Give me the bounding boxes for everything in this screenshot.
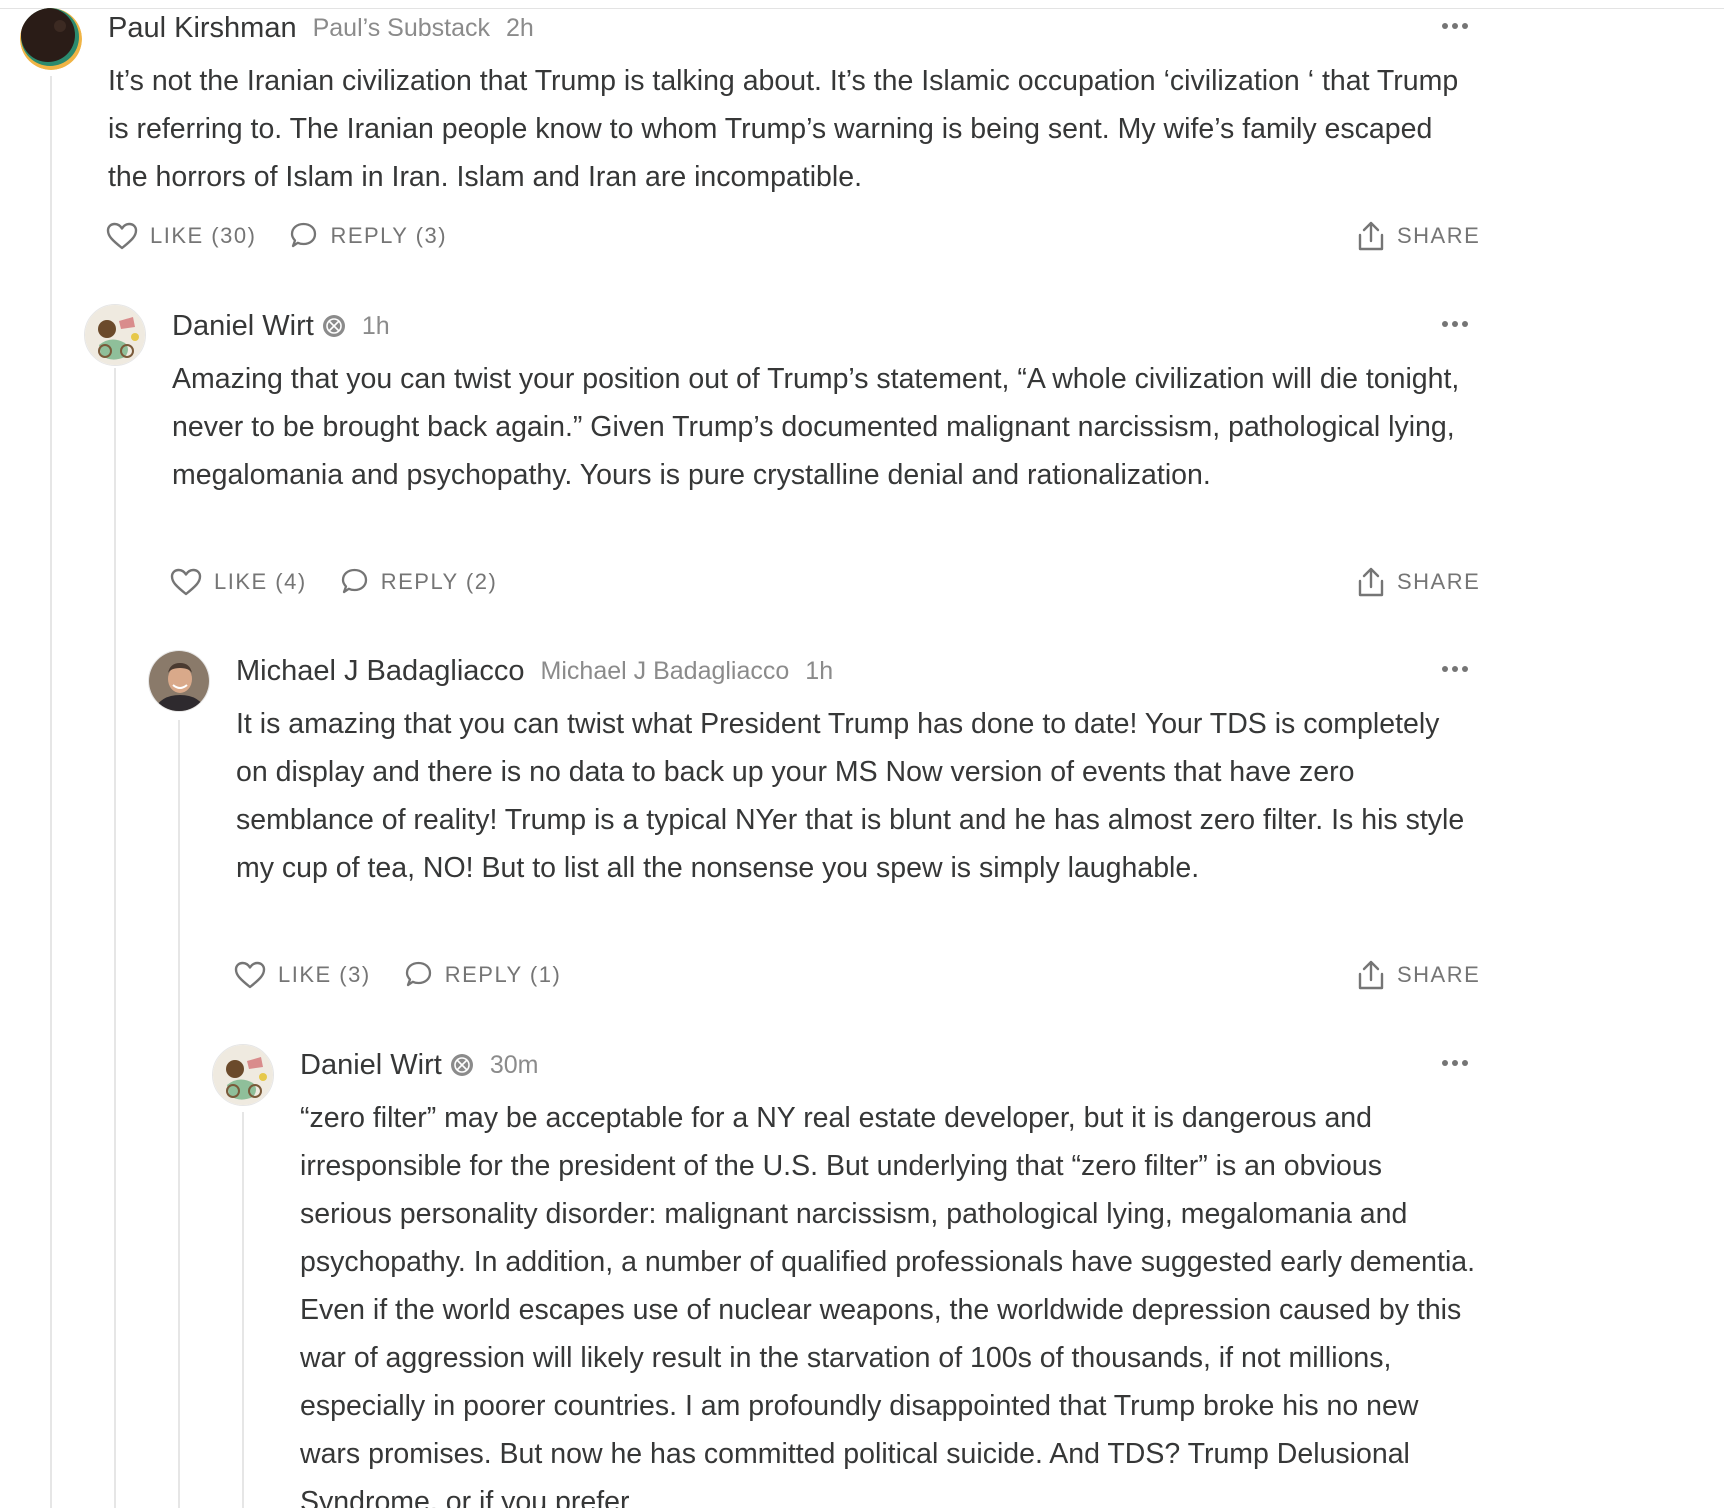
more-options-button[interactable] <box>1437 8 1473 44</box>
heart-icon <box>170 568 202 596</box>
ellipsis-icon <box>1442 1060 1468 1066</box>
author-name[interactable]: Daniel Wirt <box>172 310 314 343</box>
share-label: SHARE <box>1397 223 1481 248</box>
avatar[interactable] <box>84 304 146 366</box>
share-icon <box>1358 567 1384 597</box>
reply-button[interactable]: REPLY (2) <box>339 567 498 597</box>
avatar-image <box>20 8 82 70</box>
comment: Paul Kirshman Paul’s Substack 2h It’s no… <box>0 0 1724 280</box>
speech-bubble-icon <box>341 568 367 594</box>
comment-text: Amazing that you can twist your position… <box>172 363 1460 491</box>
ellipsis-icon <box>1442 321 1468 327</box>
ellipsis-icon <box>1442 23 1468 29</box>
verified-badge-icon <box>322 315 345 337</box>
verified-badge-icon <box>450 1054 473 1076</box>
heart-icon <box>106 222 138 250</box>
ellipsis-icon <box>1442 666 1468 672</box>
like-button[interactable]: LIKE (4) <box>170 568 307 596</box>
share-label: SHARE <box>1397 569 1481 594</box>
comment-actions: LIKE (30) REPLY (3) <box>106 216 447 256</box>
share-label: SHARE <box>1397 962 1481 987</box>
avatar-image <box>149 651 209 711</box>
speech-bubble-icon <box>405 961 431 987</box>
reply-label: REPLY (2) <box>380 569 498 594</box>
like-button[interactable]: LIKE (30) <box>106 222 256 250</box>
reply-button[interactable]: REPLY (3) <box>288 221 447 251</box>
timestamp[interactable]: 30m <box>490 1051 539 1080</box>
like-label: LIKE (30) <box>150 223 257 248</box>
avatar[interactable] <box>212 1044 274 1106</box>
like-label: LIKE (4) <box>214 569 307 594</box>
comment-actions: LIKE (3) REPLY (1) <box>234 955 561 995</box>
speech-bubble-icon <box>291 222 317 248</box>
comment-text: “zero filter” may be acceptable for a NY… <box>300 1102 1476 1508</box>
timestamp[interactable]: 1h <box>362 312 390 341</box>
timestamp[interactable]: 2h <box>506 14 534 43</box>
avatar-image <box>85 305 145 365</box>
reply-button[interactable]: REPLY (1) <box>403 960 562 990</box>
publication-name[interactable]: Paul’s Substack <box>313 14 490 43</box>
publication-name[interactable]: Michael J Badagliacco <box>541 657 790 686</box>
comment-text: It is amazing that you can twist what Pr… <box>236 708 1465 884</box>
share-icon <box>1358 221 1384 251</box>
share-button[interactable]: SHARE <box>1357 955 1480 995</box>
comment-actions: LIKE (4) REPLY (2) <box>170 562 497 602</box>
timestamp[interactable]: 1h <box>805 657 833 686</box>
share-button[interactable]: SHARE <box>1357 216 1480 256</box>
share-icon <box>1358 960 1384 990</box>
reply-label: REPLY (1) <box>444 962 562 987</box>
comment-header: Daniel Wirt 1h <box>172 306 390 346</box>
share-button[interactable]: SHARE <box>1357 562 1480 602</box>
comment-header: Paul Kirshman Paul’s Substack 2h <box>108 8 534 48</box>
author-name[interactable]: Michael J Badagliacco <box>236 655 525 688</box>
comment-header: Michael J Badagliacco Michael J Badaglia… <box>236 651 833 691</box>
like-button[interactable]: LIKE (3) <box>234 961 371 989</box>
comment: Daniel Wirt 30m “zero filter” may be acc… <box>0 1040 1724 1508</box>
comment-text: It’s not the Iranian civilization that T… <box>108 65 1459 193</box>
more-options-button[interactable] <box>1437 1045 1473 1081</box>
avatar-image <box>213 1045 273 1105</box>
more-options-button[interactable] <box>1437 651 1473 687</box>
comment-header: Daniel Wirt 30m <box>300 1045 538 1085</box>
heart-icon <box>234 961 266 989</box>
comment: Daniel Wirt 1h Amazing that you can twis… <box>0 300 1724 640</box>
more-options-button[interactable] <box>1437 306 1473 342</box>
like-label: LIKE (3) <box>278 962 371 987</box>
avatar[interactable] <box>20 8 82 70</box>
author-name[interactable]: Daniel Wirt <box>300 1049 442 1082</box>
reply-label: REPLY (3) <box>330 223 448 248</box>
comment: Michael J Badagliacco Michael J Badaglia… <box>0 646 1724 1026</box>
avatar[interactable] <box>148 650 210 712</box>
author-name[interactable]: Paul Kirshman <box>108 12 297 45</box>
